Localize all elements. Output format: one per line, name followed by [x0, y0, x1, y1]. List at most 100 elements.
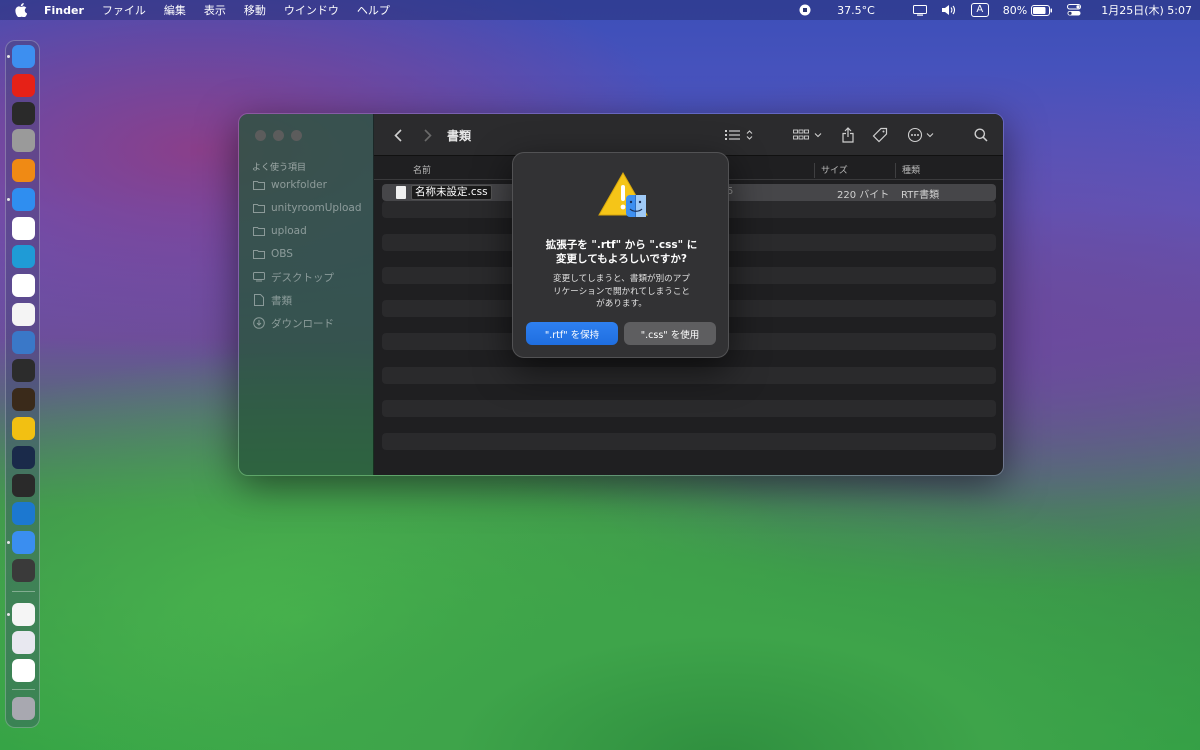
- xcode-icon[interactable]: [12, 531, 35, 554]
- preview-icon[interactable]: [12, 631, 35, 654]
- dock: [5, 40, 40, 728]
- sidebar-item-obs[interactable]: OBS: [253, 245, 293, 263]
- sidebar-item-label: 書類: [271, 294, 292, 307]
- activity-monitor-icon[interactable]: [12, 274, 35, 297]
- tag-button[interactable]: [870, 125, 890, 145]
- vlc-icon[interactable]: [12, 159, 35, 182]
- action-button[interactable]: [906, 125, 940, 145]
- empty-row: [382, 450, 996, 467]
- photos-icon[interactable]: [12, 659, 35, 682]
- close-window-button[interactable]: [255, 130, 266, 141]
- chrome-icon[interactable]: [12, 217, 35, 240]
- sidebar-item-desktop[interactable]: デスクトップ: [253, 268, 334, 286]
- tag-icon: [872, 127, 888, 143]
- sidebar-section-favorites: よく使う項目: [252, 163, 307, 173]
- edge-icon[interactable]: [12, 245, 35, 268]
- column-separator: [895, 163, 896, 178]
- desktop-icon: [253, 271, 265, 283]
- minimize-window-button[interactable]: [273, 130, 284, 141]
- alert-title-line-2: 変更してもよろしいですか?: [556, 253, 687, 265]
- obs-icon[interactable]: [12, 102, 35, 125]
- blender-icon[interactable]: [12, 446, 35, 469]
- document-icon: [253, 294, 265, 306]
- sidebar-item-label: upload: [271, 225, 307, 237]
- youtube-icon[interactable]: [12, 74, 35, 97]
- dock-separator: [12, 689, 35, 690]
- clock[interactable]: 1月25日(木) 5:07: [1101, 2, 1192, 18]
- sidebar-item-documents[interactable]: 書類: [253, 291, 292, 309]
- final-cut-icon[interactable]: [12, 359, 35, 382]
- folder-icon: [253, 248, 265, 260]
- list-view-icon: [725, 130, 753, 140]
- warning-icon: [598, 171, 648, 217]
- sidebar-item-workfolder[interactable]: workfolder: [253, 176, 327, 194]
- keep-rtf-button[interactable]: ".rtf" を保持: [526, 322, 618, 345]
- unity-icon[interactable]: [12, 474, 35, 497]
- safari-icon[interactable]: [12, 188, 35, 211]
- zoom-window-button[interactable]: [291, 130, 302, 141]
- empty-row: [382, 383, 996, 400]
- quicktime-icon[interactable]: [12, 331, 35, 354]
- window-title: 書類: [447, 129, 472, 143]
- vscode-icon[interactable]: [12, 502, 35, 525]
- notes-icon[interactable]: [12, 603, 35, 626]
- temperature-readout[interactable]: 37.5°C: [837, 4, 875, 17]
- folder-icon: [253, 225, 265, 237]
- menu-help[interactable]: ヘルプ: [357, 2, 390, 18]
- menu-file[interactable]: ファイル: [102, 2, 146, 18]
- menu-edit[interactable]: 編集: [164, 2, 186, 18]
- record-icon[interactable]: [799, 4, 811, 16]
- view-mode-button[interactable]: [724, 125, 756, 145]
- finder-toolbar: 書類: [374, 114, 1003, 156]
- column-name[interactable]: 名前: [413, 163, 431, 176]
- battery-icon[interactable]: [1031, 4, 1053, 16]
- alert-title-line-1: 拡張子を ".rtf" から ".css" に: [545, 239, 698, 251]
- alert-message-line-1: 変更してしまうと、書類が別のアプ: [553, 274, 690, 284]
- sidebar-item-label: OBS: [271, 248, 293, 260]
- volume-icon[interactable]: [941, 4, 957, 16]
- column-kind[interactable]: 種類: [902, 163, 920, 176]
- menu-go[interactable]: 移動: [244, 2, 266, 18]
- sidebar-item-label: workfolder: [271, 179, 327, 191]
- sidebar-item-upload[interactable]: upload: [253, 222, 307, 240]
- trash-icon[interactable]: [12, 697, 35, 720]
- more-icon: [907, 127, 934, 143]
- chevron-right-icon: [424, 128, 432, 142]
- sidebar-item-label: ダウンロード: [271, 317, 334, 330]
- textedit-icon[interactable]: [12, 303, 35, 326]
- folder-icon: [253, 202, 265, 214]
- empty-row: [382, 433, 996, 450]
- share-button[interactable]: [840, 125, 856, 145]
- finder-badge-icon: [626, 195, 646, 217]
- dock-separator: [12, 591, 35, 592]
- menu-window[interactable]: ウインドウ: [284, 2, 339, 18]
- use-css-button[interactable]: ".css" を使用: [624, 322, 716, 345]
- vectorworks-icon[interactable]: [12, 417, 35, 440]
- search-button[interactable]: [972, 125, 990, 145]
- sidebar-item-unityroomupload[interactable]: unityroomUpload: [253, 199, 362, 217]
- back-button[interactable]: [390, 125, 406, 145]
- forward-button[interactable]: [420, 125, 436, 145]
- file-name-input[interactable]: 名称未設定.css: [411, 185, 492, 200]
- garageband-icon[interactable]: [12, 388, 35, 411]
- window-controls: [255, 130, 302, 141]
- sidebar-item-downloads[interactable]: ダウンロード: [253, 314, 334, 332]
- sidebar-item-label: unityroomUpload: [271, 202, 362, 214]
- menu-view[interactable]: 表示: [204, 2, 226, 18]
- apple-icon[interactable]: [14, 3, 28, 17]
- alert-message: 変更してしまうと、書類が別のアプ リケーションで開かれてしまうこと があります。: [531, 273, 712, 311]
- chevron-left-icon: [394, 128, 402, 142]
- finder-icon[interactable]: [12, 45, 35, 68]
- group-button[interactable]: [792, 125, 826, 145]
- running-indicator: [7, 198, 10, 201]
- webcam-icon[interactable]: [12, 129, 35, 152]
- rtf-document-icon: [396, 186, 406, 199]
- display-icon[interactable]: [912, 4, 927, 16]
- column-size[interactable]: サイズ: [821, 163, 848, 176]
- calculator-icon[interactable]: [12, 559, 35, 582]
- sidebar-item-label: デスクトップ: [271, 271, 334, 284]
- input-method-indicator[interactable]: A: [970, 3, 989, 17]
- menu-app-name[interactable]: Finder: [44, 4, 84, 17]
- alert-message-line-2: リケーションで開かれてしまうこと: [552, 286, 691, 297]
- control-center-icon[interactable]: [1067, 4, 1082, 16]
